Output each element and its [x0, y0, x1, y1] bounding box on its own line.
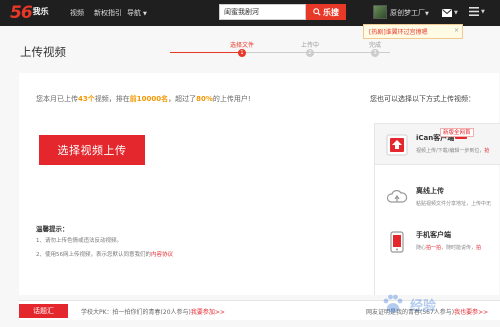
method-desc-link[interactable]: 抢	[484, 148, 489, 154]
step-label: 选择文件	[229, 42, 254, 49]
username-label: 原创梦工厂	[390, 9, 425, 17]
nav-navigation-label: 导航	[127, 9, 141, 17]
watermark-text: 经验	[410, 298, 437, 314]
tip-text: 1、请勿上传色情或违法反动视频。	[36, 238, 123, 244]
stats-text: 您本月已上传	[36, 95, 78, 103]
tip-text: 2、使用56网上传视频，表示您默认同意我们的	[36, 252, 151, 258]
stats-text: 的上传用户!	[212, 95, 251, 103]
method-desc-text: 随心	[416, 245, 427, 251]
user-avatar[interactable]	[373, 5, 387, 19]
content-agreement-link[interactable]: 内容协议	[151, 252, 173, 258]
method-desc-link[interactable]: 拍	[476, 245, 481, 251]
stats-percent: 80%	[196, 95, 213, 103]
stats-text: ，超过了	[168, 95, 197, 103]
step-label: 完成	[368, 42, 381, 49]
nav-guide[interactable]: 新权指引	[94, 8, 122, 18]
method-name: 手机客户端	[416, 231, 451, 239]
search-icon	[313, 8, 321, 16]
chevron-down-icon: ▼	[481, 8, 485, 15]
search-button-label: 乐搜	[323, 7, 339, 17]
method-name: 离线上传	[416, 187, 444, 195]
step-label: 上传中	[300, 42, 319, 49]
tooltip-text: [热剧]谁翼环过宫擦嗯	[369, 29, 428, 36]
baidu-jingyan-watermark: 经验	[380, 284, 500, 324]
logo-number: 56	[10, 3, 33, 23]
search-input[interactable]	[220, 5, 305, 19]
upload-arrow-icon	[386, 134, 408, 156]
chevron-down-icon: ▼	[143, 11, 147, 17]
topic-text: 学校大PK：拍一拍你们的青春(20人参与)我要参加>>	[81, 307, 225, 316]
select-video-upload-button[interactable]: 选择视频上传	[39, 135, 145, 165]
method-desc: 随心拍一拍，随时能说传，拍	[416, 244, 481, 251]
top-navigation-bar: 56 我乐 视频 新权指引 导航▼ 乐搜 原创梦工厂▼ ▼ ▼	[0, 0, 500, 26]
page-title: 上传视频	[20, 45, 66, 59]
alt-upload-methods: iCan客户端 new 视频上传/下载/编辑一步到位，抢 离线上传 粘贴视频文件…	[374, 123, 500, 295]
topic-desc: 学校大PK：拍一拍你们的青春(20人参与)	[81, 309, 191, 316]
logo-text: 我乐	[32, 6, 49, 16]
method-desc-text: ，随时能说传，	[441, 245, 477, 251]
method-desc: 粘贴视频文件分享地址，上传中无	[416, 201, 492, 207]
chevron-down-icon: ▼	[425, 11, 429, 17]
list-menu-icon	[469, 7, 479, 16]
upload-progress-steps: 选择文件 1 上传中 2 完成 3	[170, 40, 390, 70]
search-button[interactable]: 乐搜	[306, 4, 346, 20]
alt-upload-title: 您也可以选择以下方式上传视频：	[370, 95, 475, 103]
stats-count: 43个	[78, 95, 95, 103]
nav-video[interactable]: 视频	[70, 8, 84, 18]
method-offline-upload[interactable]: 离线上传 粘贴视频文件分享地址，上传中无	[375, 177, 500, 219]
method-desc-text: 视频上传/下载/编辑一步到位，	[416, 148, 485, 154]
tip-item: 2、使用56网上传视频，表示您默认同意我们的内容协议	[36, 250, 173, 258]
step-number: 3	[371, 49, 379, 57]
new-version-tag[interactable]: 新版全网首	[440, 128, 474, 137]
mobile-phone-icon	[390, 231, 404, 253]
cloud-upload-icon	[386, 190, 408, 203]
upload-main-panel: 您本月已上传43个视频，排在前10000名，超过了80%的上传用户! 选择视频上…	[19, 73, 500, 295]
method-ican-client[interactable]: iCan客户端 new 视频上传/下载/编辑一步到位，抢	[375, 123, 500, 165]
step-uploading: 上传中 2	[290, 40, 330, 57]
upload-stats: 您本月已上传43个视频，排在前10000名，超过了80%的上传用户!	[36, 94, 251, 104]
search-box	[219, 4, 306, 20]
step-number: 1	[238, 49, 246, 57]
method-desc: 视频上传/下载/编辑一步到位，抢	[416, 147, 489, 154]
user-menu[interactable]: 原创梦工厂▼	[390, 8, 429, 18]
method-mobile-client[interactable]: 手机客户端 随心拍一拍，随时能说传，拍	[375, 221, 500, 263]
join-topic-link[interactable]: 我要参加>>	[191, 309, 225, 316]
mail-icon	[442, 8, 452, 17]
step-number: 2	[306, 49, 314, 57]
method-desc-link[interactable]: 拍一拍	[426, 245, 441, 251]
paw-logo-icon	[383, 294, 403, 313]
stats-text: 视频，排在	[94, 95, 130, 103]
chevron-down-icon: ▼	[454, 9, 458, 16]
tips-title: 温馨提示：	[36, 225, 69, 233]
stats-rank: 前10000名	[129, 95, 169, 103]
tip-item: 1、请勿上传色情或违法反动视频。	[36, 236, 122, 244]
mail-button[interactable]: ▼	[442, 7, 458, 18]
nav-navigation-dropdown[interactable]: 导航 ▼	[127, 8, 147, 18]
hot-drama-tooltip[interactable]: [热剧]谁翼环过宫擦嗯 ×	[363, 24, 463, 39]
site-logo[interactable]: 56 我乐	[10, 3, 49, 23]
step-select-file: 选择文件 1	[222, 40, 262, 57]
topic-tag[interactable]: 话题汇	[19, 304, 68, 318]
more-menu-button[interactable]: ▼	[469, 7, 485, 16]
close-icon[interactable]: ×	[454, 27, 459, 34]
step-complete: 完成 3	[355, 40, 395, 57]
